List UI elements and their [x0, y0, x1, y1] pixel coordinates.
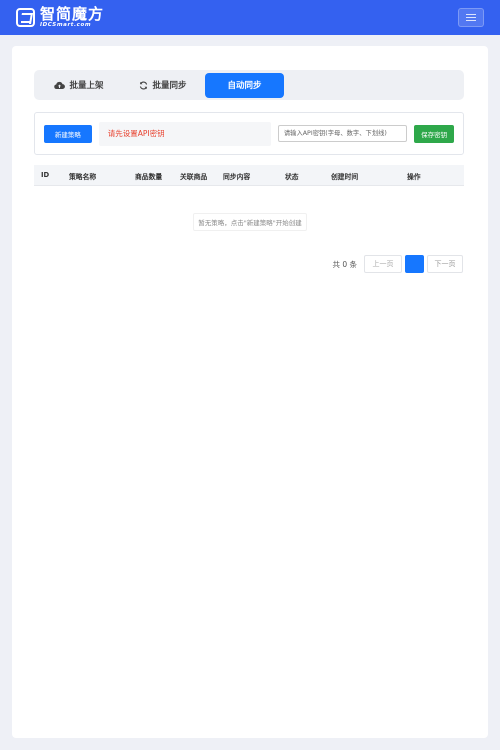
- hamburger-menu-icon[interactable]: [458, 8, 484, 27]
- table-header: ID 策略名称 商品数量 关联商品 同步内容 状态 创建时间 操作: [34, 165, 464, 186]
- prev-page-button[interactable]: 上一页: [364, 255, 402, 273]
- cloud-upload-icon: [54, 81, 66, 89]
- main-card: 批量上架 批量同步 自动同步 新建策略 请先设置API密钥 保存密钥 ID 策略…: [12, 46, 488, 738]
- brand-name: 智简魔方: [40, 4, 105, 23]
- next-page-button[interactable]: 下一页: [427, 255, 463, 273]
- brand-domain: IDCSmart.com: [40, 21, 92, 28]
- pagination: 共 0 条 上一页 下一页: [332, 255, 463, 273]
- column-header-actions: 操作: [407, 173, 421, 181]
- save-key-button[interactable]: 保存密钥: [414, 124, 454, 143]
- column-header-id: ID: [41, 171, 50, 179]
- top-navbar: 智简魔方 IDCSmart.com: [0, 0, 500, 35]
- column-header-linked-products: 关联商品: [180, 173, 208, 181]
- brand-logo[interactable]: 智简魔方 IDCSmart.com: [16, 4, 105, 29]
- column-header-created-time: 创建时间: [331, 173, 359, 181]
- empty-state-text: 暂无策略，点击"新建策略"开始创建: [193, 213, 307, 231]
- logo-mark-icon: [16, 8, 35, 27]
- empty-state: 暂无策略，点击"新建策略"开始创建: [12, 210, 488, 231]
- api-key-warning: 请先设置API密钥: [98, 121, 271, 146]
- pagination-total: 共 0 条: [332, 259, 357, 269]
- current-page-button[interactable]: [405, 255, 424, 273]
- tab-label: 批量同步: [152, 81, 187, 91]
- tab-bar: 批量上架 批量同步 自动同步: [34, 70, 464, 100]
- api-key-panel: 新建策略 请先设置API密钥 保存密钥: [34, 112, 464, 155]
- new-strategy-button[interactable]: 新建策略: [44, 124, 92, 143]
- column-header-status: 状态: [285, 173, 299, 181]
- column-header-sync-content: 同步内容: [223, 173, 251, 181]
- tab-batch-sync[interactable]: 批量同步: [121, 73, 205, 98]
- tab-batch-listing[interactable]: 批量上架: [37, 73, 121, 98]
- api-key-input[interactable]: [277, 125, 408, 142]
- tab-label: 自动同步: [227, 81, 262, 91]
- tab-auto-sync[interactable]: 自动同步: [205, 72, 284, 98]
- sync-icon: [140, 81, 148, 89]
- column-header-name: 策略名称: [69, 173, 97, 181]
- column-header-product-count: 商品数量: [135, 173, 163, 181]
- tab-label: 批量上架: [69, 81, 104, 91]
